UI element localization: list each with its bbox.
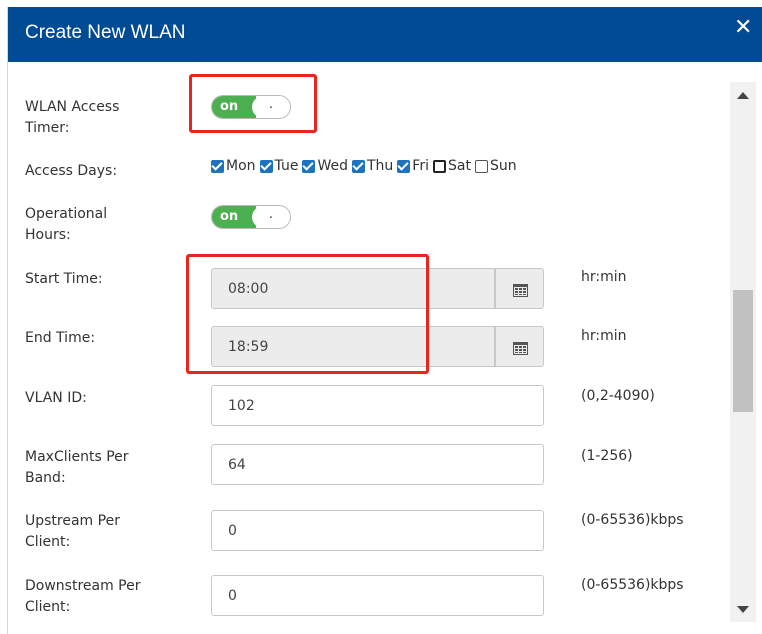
max-clients-label: MaxClients Per Band: (25, 447, 155, 489)
label-line: MaxClients Per (25, 449, 129, 465)
downstream-input[interactable]: 0 (211, 575, 544, 616)
label-line: Operational (25, 206, 108, 222)
label-line: Upstream Per (25, 513, 120, 529)
dialog-header: Create New WLAN ✕ (8, 7, 762, 62)
checkbox-checked-icon (302, 159, 316, 173)
close-icon[interactable]: ✕ (734, 15, 752, 40)
label-line: WLAN Access (25, 99, 120, 115)
operational-hours-label: Operational Hours: (25, 204, 155, 246)
vlan-id-label: VLAN ID: (25, 390, 87, 406)
access-days-group: Mon Tue Wed Thu Fri Sat Sun (211, 158, 521, 174)
day-label: Thu (366, 158, 394, 174)
scroll-down-arrow-icon[interactable] (737, 606, 749, 613)
label-line: Client: (25, 534, 71, 550)
access-days-label: Access Days: (25, 163, 118, 179)
downstream-hint: (0-65536)kbps (581, 577, 684, 593)
day-label: Wed (317, 158, 348, 174)
label-line: Downstream Per (25, 578, 141, 594)
upstream-label: Upstream Per Client: (25, 511, 155, 553)
vlan-id-input[interactable]: 102 (211, 385, 544, 426)
end-time-unit: hr:min (581, 328, 627, 344)
checkbox-checked-icon (397, 159, 411, 173)
label-line: Timer: (25, 120, 70, 136)
vertical-scrollbar[interactable] (730, 82, 756, 622)
day-checkbox-mon[interactable]: Mon (211, 158, 256, 174)
downstream-label: Downstream Per Client: (25, 576, 155, 618)
start-time-label: Start Time: (25, 271, 103, 287)
create-wlan-dialog: Create New WLAN ✕ WLAN Access Timer: on … (7, 7, 762, 634)
day-label: Mon (226, 158, 256, 174)
scroll-up-arrow-icon[interactable] (737, 92, 749, 99)
highlight-box-toggle (189, 74, 317, 133)
checkbox-unchecked-icon (432, 159, 446, 173)
day-checkbox-tue[interactable]: Tue (259, 158, 299, 174)
day-checkbox-sun[interactable]: Sun (474, 158, 517, 174)
day-label: Sun (489, 158, 517, 174)
upstream-hint: (0-65536)kbps (581, 512, 684, 528)
toggle-knob: . (252, 206, 290, 228)
checkbox-checked-icon (211, 159, 224, 173)
scrollbar-thumb[interactable] (733, 290, 753, 412)
operational-hours-toggle[interactable]: on . (211, 205, 291, 229)
day-label: Fri (412, 158, 429, 174)
start-time-calendar-button[interactable] (495, 268, 544, 309)
max-clients-hint: (1-256) (581, 448, 633, 464)
checkbox-unchecked-icon (474, 159, 488, 173)
dialog-title: Create New WLAN (25, 22, 186, 43)
day-checkbox-thu[interactable]: Thu (351, 158, 394, 174)
upstream-input[interactable]: 0 (211, 510, 544, 551)
highlight-box-time (186, 254, 429, 374)
toggle-on-label: on (212, 206, 256, 228)
wlan-access-timer-label: WLAN Access Timer: (25, 97, 155, 139)
checkbox-checked-icon (351, 159, 365, 173)
day-checkbox-fri[interactable]: Fri (397, 158, 429, 174)
label-line: Hours: (25, 227, 71, 243)
calendar-icon (513, 342, 528, 355)
day-checkbox-wed[interactable]: Wed (302, 158, 348, 174)
label-line: Client: (25, 599, 71, 615)
calendar-icon (513, 284, 528, 297)
end-time-label: End Time: (25, 330, 96, 346)
end-time-calendar-button[interactable] (495, 326, 544, 367)
dialog-body: WLAN Access Timer: on . Access Days: Mon… (8, 62, 762, 634)
max-clients-input[interactable]: 64 (211, 444, 544, 485)
vlan-id-hint: (0,2-4090) (581, 388, 655, 404)
day-checkbox-sat[interactable]: Sat (432, 158, 471, 174)
label-line: Band: (25, 470, 66, 486)
day-label: Sat (447, 158, 471, 174)
start-time-unit: hr:min (581, 269, 627, 285)
day-label: Tue (274, 158, 299, 174)
checkbox-checked-icon (259, 159, 273, 173)
